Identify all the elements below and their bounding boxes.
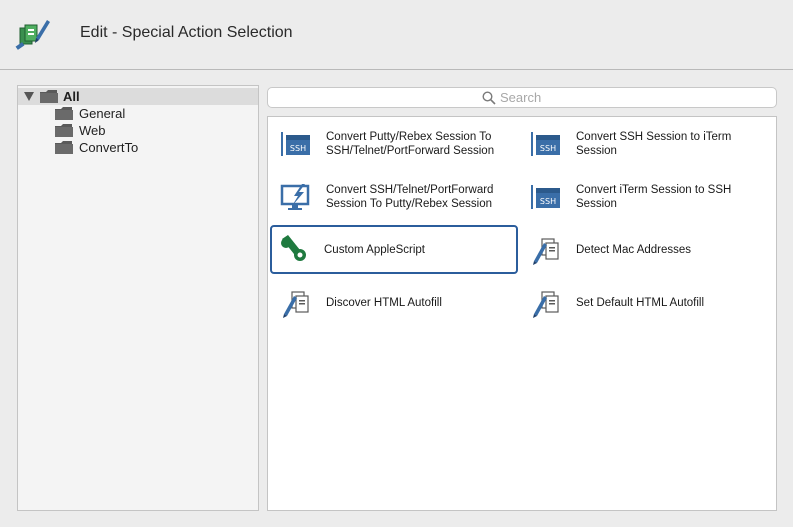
ssh-terminal-icon: SSH (281, 132, 310, 156)
action-detect-mac-addresses[interactable]: Detect Mac Addresses (522, 227, 766, 273)
action-label: Detect Mac Addresses (576, 244, 692, 256)
sidebar-item-label: Web (79, 123, 106, 138)
search-field[interactable] (267, 87, 777, 108)
folder-icon (55, 124, 73, 137)
action-convert-ssh-to-iterm[interactable]: SSH Convert SSH Session to iTerm Session (522, 121, 766, 167)
folder-icon (55, 107, 73, 120)
pencil-documents-icon (283, 291, 309, 318)
action-label: Custom AppleScript (324, 243, 425, 256)
sidebar-item-general[interactable]: General (18, 105, 258, 122)
action-custom-applescript[interactable]: Custom AppleScript (270, 225, 518, 274)
applescript-scroll-icon (281, 235, 306, 261)
sidebar-item-label: General (79, 106, 126, 121)
action-set-default-html-autofill[interactable]: Set Default HTML Autofill (522, 280, 766, 326)
sidebar-item-web[interactable]: Web (18, 122, 258, 139)
action-label: Set Default HTML Autofill (576, 297, 705, 309)
sidebar-item-all[interactable]: All (18, 88, 258, 105)
folder-icon (55, 141, 73, 154)
action-convert-iterm-to-ssh[interactable]: SSH Convert iTerm Session to SSH Session (522, 174, 766, 220)
action-grid: SSH Convert Putty/Rebex Session To SSH/T… (267, 116, 777, 511)
search-icon (482, 91, 496, 105)
svg-text:SSH: SSH (540, 144, 556, 153)
ssh-terminal-icon: SSH (531, 185, 560, 209)
edit-pencil-documents-icon (15, 20, 50, 50)
title-bar: Edit - Special Action Selection (0, 0, 793, 70)
sidebar-item-label: All (63, 89, 80, 104)
svg-text:SSH: SSH (290, 144, 306, 153)
action-label: Convert iTerm Session to SSH Session (576, 184, 732, 210)
action-label: Discover HTML Autofill (326, 297, 442, 309)
sidebar-item-convertto[interactable]: ConvertTo (18, 139, 258, 156)
sidebar-item-label: ConvertTo (79, 140, 139, 155)
disclosure-triangle-icon[interactable] (24, 92, 34, 101)
action-label: Convert SSH/Telnet/PortForward Session T… (326, 184, 494, 210)
ssh-terminal-icon: SSH (531, 132, 560, 156)
pencil-documents-icon (533, 238, 559, 265)
action-label: Convert Putty/Rebex Session To SSH/Telne… (326, 131, 495, 157)
category-sidebar[interactable]: All General Web ConvertTo (17, 85, 259, 511)
svg-text:SSH: SSH (540, 197, 556, 206)
pencil-documents-icon (533, 291, 559, 318)
action-discover-html-autofill[interactable]: Discover HTML Autofill (272, 280, 516, 326)
page-title: Edit - Special Action Selection (80, 24, 293, 41)
action-convert-ssh-to-putty[interactable]: Convert SSH/Telnet/PortForward Session T… (272, 174, 516, 220)
search-input[interactable] (500, 89, 700, 106)
action-label: Convert SSH Session to iTerm Session (576, 131, 732, 157)
monitor-lightning-icon (280, 184, 310, 210)
action-convert-putty-to-ssh[interactable]: SSH Convert Putty/Rebex Session To SSH/T… (272, 121, 516, 167)
folder-icon (40, 90, 58, 103)
